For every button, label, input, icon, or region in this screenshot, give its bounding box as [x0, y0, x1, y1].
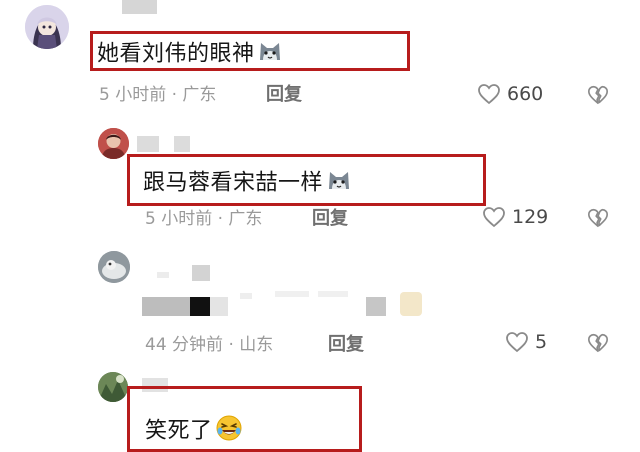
broken-heart-icon [588, 85, 608, 105]
comment-text-2: 跟马蓉看宋喆一样 [143, 167, 353, 200]
comment-1-dislike-button[interactable] [587, 84, 609, 106]
comment-3-like-button[interactable]: 5 [505, 331, 547, 353]
heart-outline-icon [483, 207, 505, 228]
blurred-comment-text-3b [190, 297, 210, 316]
heart-outline-icon [478, 84, 500, 105]
broken-heart-icon [588, 208, 608, 228]
rofl-emoji [215, 414, 243, 449]
comment-1-like-button[interactable]: 660 [477, 83, 543, 105]
blurred-username-1 [122, 0, 157, 14]
comment-1-like-count: 660 [507, 83, 544, 105]
blurred-comment-text-3c [210, 297, 228, 316]
cat-face-emoji [257, 38, 283, 71]
blurred-comment-text-3e [275, 291, 309, 297]
comment-text-4: 笑死了 [145, 414, 243, 449]
comment-2-label: 跟马蓉看宋喆一样 [143, 170, 324, 196]
cat-face-emoji [325, 167, 353, 200]
comment-2-timestamp: 5 小时前 · 广东 [145, 209, 263, 229]
heart-outline-icon [506, 332, 528, 353]
blurred-emoji-3 [400, 292, 422, 316]
avatar-user-4[interactable] [98, 372, 128, 402]
comment-1-timestamp: 5 小时前 · 广东 [99, 85, 217, 105]
blurred-username-2b [174, 136, 190, 152]
comment-3-timestamp: 44 分钟前 · 山东 [145, 335, 274, 355]
blurred-username-3b [157, 272, 169, 278]
comment-3-reply-button[interactable]: 回复 [328, 334, 364, 356]
blurred-comment-text-3g [366, 297, 386, 316]
avatar-anime-girl-image [25, 5, 69, 49]
comment-2-like-button[interactable]: 129 [482, 206, 548, 228]
avatar-photo-image [98, 372, 128, 402]
avatar-photo-image [98, 251, 130, 283]
comment-2-like-count: 129 [512, 206, 549, 228]
comment-3-dislike-button[interactable] [587, 332, 609, 354]
comment-1-reply-button[interactable]: 回复 [266, 84, 302, 106]
comment-2-reply-button[interactable]: 回复 [312, 208, 348, 230]
avatar-user-3[interactable] [98, 251, 130, 283]
comment-3-like-count: 5 [535, 331, 548, 353]
blurred-comment-text-3a [142, 297, 190, 316]
avatar-user-1[interactable] [25, 5, 69, 49]
comment-1-label: 她看刘伟的眼神 [97, 41, 255, 67]
blurred-comment-text-3f [318, 291, 348, 297]
blurred-username-2 [137, 136, 159, 152]
broken-heart-icon [588, 333, 608, 353]
avatar-user-2[interactable] [98, 128, 129, 159]
avatar-photo-image [98, 128, 129, 159]
comment-text-1: 她看刘伟的眼神 [97, 38, 283, 71]
comment-4-label: 笑死了 [145, 418, 213, 444]
blurred-comment-text-3d [240, 293, 252, 299]
comment-2-dislike-button[interactable] [587, 207, 609, 229]
blurred-username-3 [192, 265, 210, 281]
